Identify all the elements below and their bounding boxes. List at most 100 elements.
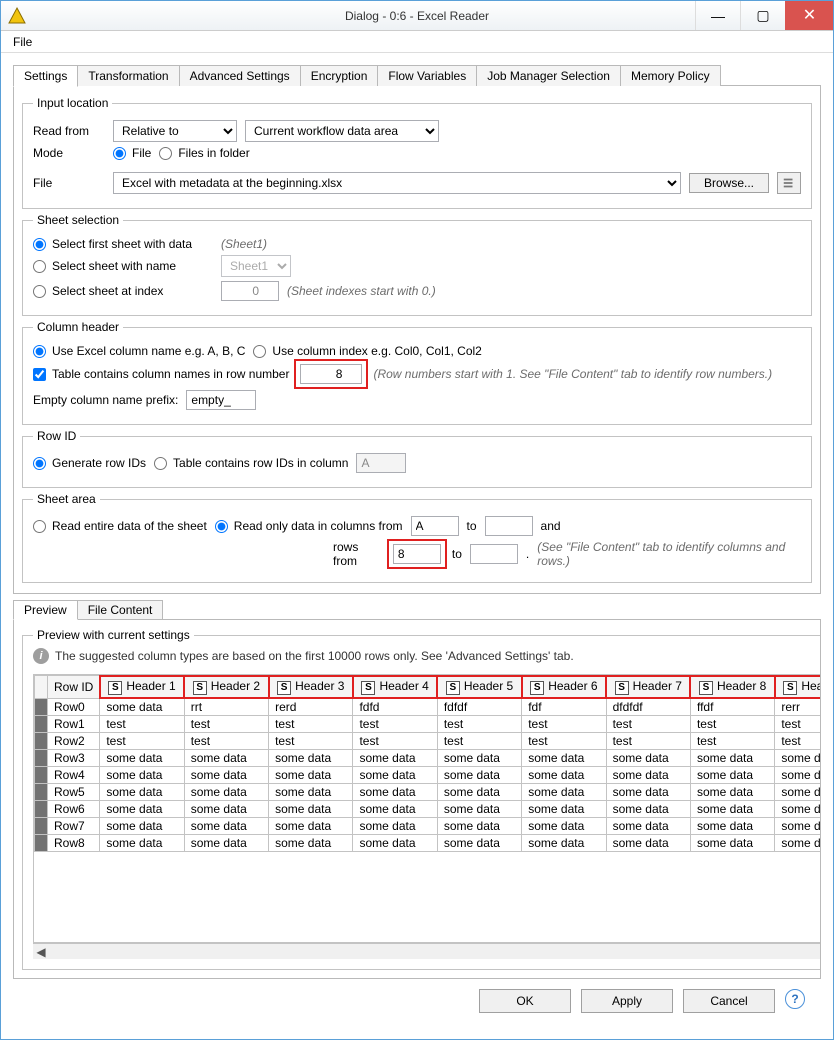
preview-tabs: PreviewFile Content — [13, 600, 821, 619]
tab-transformation[interactable]: Transformation — [77, 65, 179, 86]
select-first-sheet-radio[interactable]: Select first sheet with data — [33, 237, 213, 251]
mode-file-radio[interactable]: File — [113, 146, 151, 160]
row-to-input[interactable] — [470, 544, 518, 564]
tab-settings[interactable]: Settings — [13, 65, 78, 87]
select-sheet-name-radio[interactable]: Select sheet with name — [33, 259, 213, 273]
menu-file[interactable]: File — [7, 33, 38, 51]
row-stub — [35, 749, 48, 766]
tab-flow-variables[interactable]: Flow Variables — [377, 65, 477, 86]
col-header-5[interactable]: SHeader 5 — [437, 676, 521, 699]
col-header-9[interactable]: SHeader 9 — [775, 676, 821, 699]
preview-tab-file-content[interactable]: File Content — [77, 600, 164, 619]
cell: test — [690, 732, 774, 749]
table-row[interactable]: Row1testtesttesttesttesttesttesttesttest — [35, 715, 822, 732]
table-row[interactable]: Row8some datasome datasome datasome data… — [35, 834, 822, 851]
cell: some data — [269, 783, 353, 800]
row-ids-in-column-radio-input[interactable] — [154, 457, 167, 470]
scroll-left-icon[interactable]: ◀ — [33, 945, 49, 959]
rowid-header[interactable]: Row ID — [48, 676, 100, 699]
select-sheet-index-radio[interactable]: Select sheet at index — [33, 284, 213, 298]
column-type-icon: S — [108, 681, 122, 695]
rowid-cell: Row3 — [48, 749, 100, 766]
col-header-2[interactable]: SHeader 2 — [184, 676, 268, 699]
col-names-row-input[interactable] — [300, 364, 362, 384]
mode-file-radio-input[interactable] — [113, 147, 126, 160]
table-row[interactable]: Row3some datasome datasome datasome data… — [35, 749, 822, 766]
cell: some data — [353, 766, 437, 783]
tab-job-manager-selection[interactable]: Job Manager Selection — [476, 65, 621, 86]
tab-advanced-settings[interactable]: Advanced Settings — [179, 65, 301, 86]
select-first-sheet-radio-input[interactable] — [33, 238, 46, 251]
cell: some data — [353, 817, 437, 834]
column-type-icon: S — [446, 681, 460, 695]
generate-row-ids-radio-input[interactable] — [33, 457, 46, 470]
col-header-4[interactable]: SHeader 4 — [353, 676, 437, 699]
row-stub — [35, 834, 48, 851]
rows-from-label: rows from — [333, 540, 382, 568]
row-stub — [35, 732, 48, 749]
read-entire-radio-input[interactable] — [33, 520, 46, 533]
rowid-cell: Row6 — [48, 800, 100, 817]
mode-folder-radio-input[interactable] — [159, 147, 172, 160]
col-to-input[interactable] — [485, 516, 533, 536]
select-sheet-name-radio-input[interactable] — [33, 260, 46, 273]
cell: ffdf — [690, 698, 774, 715]
column-type-icon: S — [699, 681, 713, 695]
contains-col-names-check[interactable]: Table contains column names in row numbe… — [33, 367, 289, 381]
col-header-8[interactable]: SHeader 8 — [690, 676, 774, 699]
read-only-columns-radio-input[interactable] — [215, 520, 228, 533]
table-row[interactable]: Row2testtesttesttesttesttesttesttesttest — [35, 732, 822, 749]
table-row[interactable]: Row4some datasome datasome datasome data… — [35, 766, 822, 783]
cell: some data — [269, 817, 353, 834]
cell: some data — [606, 749, 690, 766]
sheet-index-input — [221, 281, 279, 301]
col-index-radio-input[interactable] — [253, 345, 266, 358]
legend-sheet-area: Sheet area — [33, 492, 100, 506]
file-path-combo[interactable]: Excel with metadata at the beginning.xls… — [113, 172, 681, 194]
col-from-input[interactable] — [411, 516, 459, 536]
close-button[interactable]: ✕ — [785, 1, 833, 30]
client-area: SettingsTransformationAdvanced SettingsE… — [1, 53, 833, 1039]
tab-encryption[interactable]: Encryption — [300, 65, 379, 86]
table-row[interactable]: Row5some datasome datasome datasome data… — [35, 783, 822, 800]
help-icon[interactable]: ? — [785, 989, 805, 1009]
col-header-1[interactable]: SHeader 1 — [100, 676, 184, 699]
preview-tab-preview[interactable]: Preview — [13, 600, 78, 620]
select-sheet-index-radio-input[interactable] — [33, 285, 46, 298]
apply-button[interactable]: Apply — [581, 989, 673, 1013]
col-header-label: Header 7 — [633, 679, 682, 693]
row-from-input[interactable] — [393, 544, 441, 564]
ok-button[interactable]: OK — [479, 989, 571, 1013]
table-row[interactable]: Row7some datasome datasome datasome data… — [35, 817, 822, 834]
col-header-3[interactable]: SHeader 3 — [269, 676, 353, 699]
read-from-select[interactable]: Relative to — [113, 120, 237, 142]
read-entire-radio[interactable]: Read entire data of the sheet — [33, 519, 207, 533]
read-only-columns-radio[interactable]: Read only data in columns from — [215, 519, 403, 533]
cell: test — [522, 732, 606, 749]
file-history-button[interactable] — [777, 172, 801, 194]
cell: some data — [353, 783, 437, 800]
empty-prefix-input[interactable] — [186, 390, 256, 410]
browse-button[interactable]: Browse... — [689, 173, 769, 193]
col-header-7[interactable]: SHeader 7 — [606, 676, 690, 699]
cancel-button[interactable]: Cancel — [683, 989, 775, 1013]
menubar: File — [1, 31, 833, 53]
minimize-button[interactable]: — — [695, 1, 740, 30]
col-index-radio[interactable]: Use column index e.g. Col0, Col1, Col2 — [253, 344, 481, 358]
generate-row-ids-radio[interactable]: Generate row IDs — [33, 456, 146, 470]
col-to-label: to — [467, 519, 477, 533]
row-ids-in-column-radio[interactable]: Table contains row IDs in column — [154, 456, 348, 470]
excel-col-names-radio[interactable]: Use Excel column name e.g. A, B, C — [33, 344, 245, 358]
table-row[interactable]: Row6some datasome datasome datasome data… — [35, 800, 822, 817]
scope-select[interactable]: Current workflow data area — [245, 120, 439, 142]
preview-hscrollbar[interactable]: ◀ ▶ — [33, 943, 821, 959]
preview-table-wrap[interactable]: Row ID SHeader 1SHeader 2SHeader 3SHeade… — [33, 674, 821, 943]
excel-col-names-radio-input[interactable] — [33, 345, 46, 358]
rowid-cell: Row1 — [48, 715, 100, 732]
col-header-6[interactable]: SHeader 6 — [522, 676, 606, 699]
contains-col-names-check-input[interactable] — [33, 368, 46, 381]
table-row[interactable]: Row0some datarrtrerdfdfdfdfdffdfdfdfdfff… — [35, 698, 822, 715]
tab-memory-policy[interactable]: Memory Policy — [620, 65, 721, 86]
mode-folder-radio[interactable]: Files in folder — [159, 146, 249, 160]
maximize-button[interactable]: ▢ — [740, 1, 785, 30]
